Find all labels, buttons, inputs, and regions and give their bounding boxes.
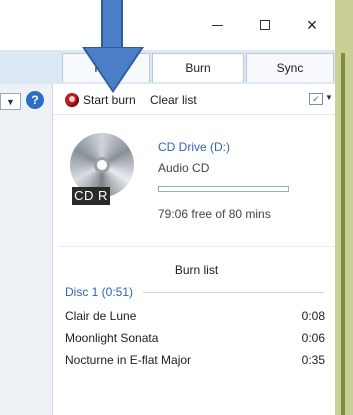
minimize-icon: [211, 24, 223, 26]
view-dropdown[interactable]: ▼: [0, 93, 21, 110]
start-burn-button[interactable]: Start burn: [83, 93, 136, 107]
list-item[interactable]: Clair de Lune 0:08: [65, 309, 325, 327]
cd-r-label: CD R: [72, 187, 110, 205]
track-duration: 0:35: [301, 353, 325, 367]
divider: [58, 246, 335, 247]
list-item[interactable]: Nocturne in E-flat Major 0:35: [65, 353, 325, 371]
track-duration: 0:06: [301, 331, 325, 345]
burn-icon[interactable]: [65, 93, 79, 107]
drive-type: Audio CD: [158, 161, 210, 175]
tab-burn[interactable]: Burn: [152, 53, 244, 82]
disc-header[interactable]: Disc 1 (0:51): [65, 285, 133, 299]
list-options-icon[interactable]: ✓: [309, 93, 323, 105]
background-strip-inner: [341, 53, 345, 415]
free-space-text: 79:06 free of 80 mins: [158, 207, 271, 221]
list-item[interactable]: Moonlight Sonata 0:06: [65, 331, 325, 349]
close-icon: ×: [306, 14, 318, 35]
maximize-button[interactable]: [250, 14, 280, 36]
track-title: Moonlight Sonata: [65, 331, 159, 345]
chevron-down-icon[interactable]: ▼: [325, 93, 333, 102]
clear-list-button[interactable]: Clear list: [150, 93, 197, 107]
maximize-icon: [260, 20, 270, 30]
help-icon[interactable]: ?: [26, 91, 44, 109]
disc-usage-bar: [158, 186, 289, 192]
track-title: Clair de Lune: [65, 309, 137, 323]
annotation-arrow-shaft: [101, 0, 123, 50]
track-duration: 0:08: [301, 309, 325, 323]
background-strip: [335, 0, 353, 415]
chevron-down-icon: ▼: [6, 96, 15, 107]
left-pane: [0, 84, 53, 415]
track-title: Nocturne in E-flat Major: [65, 353, 192, 367]
annotation-arrow-head: [85, 48, 141, 90]
tab-sync[interactable]: Sync: [246, 53, 334, 82]
burn-list-title: Burn list: [174, 263, 219, 277]
title-bar: [0, 0, 335, 50]
drive-name[interactable]: CD Drive (D:): [158, 140, 230, 154]
disc-header-line: [143, 292, 324, 293]
minimize-button[interactable]: [202, 14, 232, 36]
close-button[interactable]: ×: [297, 14, 327, 36]
